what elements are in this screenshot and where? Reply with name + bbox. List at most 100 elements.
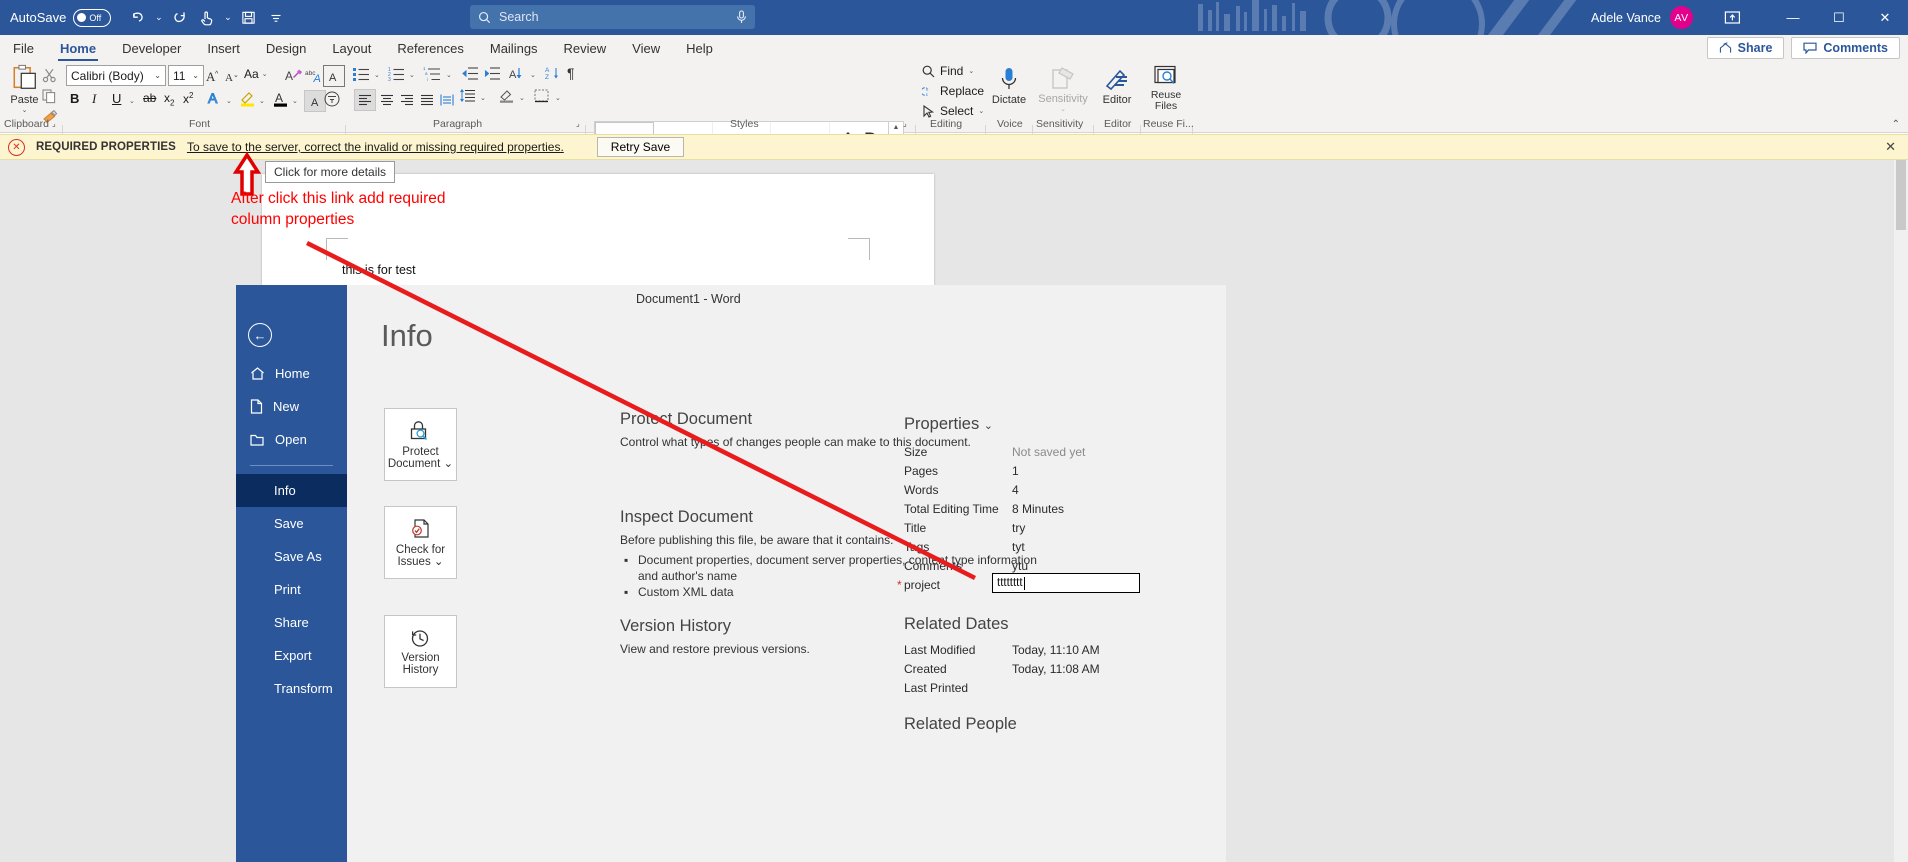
sidebar-item-open[interactable]: Open: [236, 423, 347, 456]
tab-file[interactable]: File: [0, 38, 47, 61]
shading-icon[interactable]: [499, 89, 515, 106]
minimize-button[interactable]: ―: [1770, 0, 1816, 35]
select-dropdown-icon[interactable]: ⌄: [978, 107, 984, 115]
sensitivity-dropdown-icon[interactable]: ⌄: [1036, 105, 1090, 113]
text-shading-icon[interactable]: A: [304, 90, 326, 112]
protect-document-button[interactable]: Protect Document ⌄: [384, 408, 457, 481]
tab-view[interactable]: View: [619, 38, 673, 61]
touch-mode-dropdown-icon[interactable]: ⌄: [221, 5, 234, 30]
decrease-indent-icon[interactable]: [462, 66, 479, 84]
font-size-combo[interactable]: 11 ⌄: [168, 65, 204, 86]
line-spacing-icon[interactable]: [460, 88, 476, 105]
save-icon[interactable]: [236, 5, 261, 30]
tab-help[interactable]: Help: [673, 38, 726, 61]
show-formatting-marks-icon[interactable]: ¶: [567, 65, 575, 81]
sidebar-item-home[interactable]: Home: [236, 357, 347, 390]
strikethrough-button[interactable]: ab: [143, 91, 156, 105]
font-color-icon[interactable]: A: [273, 90, 289, 110]
numbering-icon[interactable]: 123: [388, 66, 406, 85]
property-value[interactable]: tyt: [1012, 538, 1025, 557]
undo-dropdown-icon[interactable]: ⌄: [152, 5, 165, 30]
editor-button[interactable]: Editor: [1097, 66, 1137, 106]
borders-dropdown-icon[interactable]: ⌄: [555, 94, 561, 102]
property-row-title[interactable]: Title try: [904, 519, 1214, 538]
paste-button[interactable]: Paste ⌄: [8, 64, 41, 114]
property-row-project[interactable]: * project tttttttt: [897, 573, 1214, 598]
tab-home[interactable]: Home: [47, 38, 109, 61]
copy-icon[interactable]: [42, 89, 57, 107]
bullets-icon[interactable]: [353, 66, 371, 85]
tab-design[interactable]: Design: [253, 38, 319, 61]
property-row-tags[interactable]: Tags tyt: [904, 538, 1214, 557]
cut-icon[interactable]: [42, 68, 57, 86]
avatar[interactable]: AV: [1670, 6, 1693, 29]
tab-mailings[interactable]: Mailings: [477, 38, 551, 61]
search-box[interactable]: Search: [470, 5, 755, 29]
character-border-icon[interactable]: [324, 91, 340, 110]
maximize-button[interactable]: ☐: [1816, 0, 1862, 35]
project-input[interactable]: tttttttt: [992, 573, 1140, 593]
clear-formatting-icon[interactable]: A: [283, 65, 305, 87]
line-spacing-dropdown-icon[interactable]: ⌄: [480, 94, 486, 102]
autosave-control[interactable]: AutoSave Off: [10, 8, 112, 27]
align-center-button[interactable]: [376, 89, 398, 111]
back-arrow-icon[interactable]: ←: [248, 323, 272, 347]
properties-title[interactable]: Properties ⌄: [904, 415, 1214, 434]
sidebar-item-transform[interactable]: Transform: [236, 672, 347, 705]
font-family-combo[interactable]: Calibri (Body) ⌄: [66, 65, 166, 86]
clipboard-dialog-launcher[interactable]: ⌟: [52, 119, 56, 128]
replace-button[interactable]: bc Replace: [922, 84, 984, 98]
highlight-dropdown-icon[interactable]: ⌄: [259, 97, 265, 105]
bold-button[interactable]: B: [70, 91, 79, 106]
select-button[interactable]: Select ⌄: [922, 104, 984, 118]
chevron-down-icon[interactable]: ⌄: [434, 556, 444, 568]
autosave-toggle[interactable]: Off: [73, 8, 112, 27]
dictate-button[interactable]: Dictate: [990, 66, 1028, 106]
scrollbar-thumb[interactable]: [1896, 160, 1906, 230]
font-dialog-launcher[interactable]: ⌟: [576, 119, 580, 128]
paragraph-dialog-launcher[interactable]: ⌟: [903, 119, 907, 128]
text-effects-icon[interactable]: A: [323, 65, 345, 87]
customize-quick-access-toolbar-icon[interactable]: [263, 5, 288, 30]
align-right-button[interactable]: [396, 89, 418, 111]
share-button[interactable]: Share: [1706, 37, 1785, 59]
bullets-dropdown-icon[interactable]: ⌄: [374, 71, 380, 79]
sort-icon[interactable]: A: [509, 66, 527, 84]
sidebar-item-export[interactable]: Export: [236, 639, 347, 672]
text-effects-dropdown-icon[interactable]: ⌄: [226, 97, 232, 105]
sort-dropdown-icon[interactable]: ⌄: [530, 71, 536, 79]
property-value[interactable]: try: [1012, 519, 1025, 538]
tab-review[interactable]: Review: [551, 38, 620, 61]
borders-icon[interactable]: [534, 89, 550, 106]
message-bar-link[interactable]: To save to the server, correct the inval…: [187, 140, 564, 154]
close-icon[interactable]: ✕: [1885, 139, 1896, 155]
spelling-check-icon[interactable]: abc A: [303, 65, 325, 87]
search-input[interactable]: Search: [499, 10, 728, 24]
sidebar-item-info[interactable]: Info: [236, 474, 347, 507]
tab-developer[interactable]: Developer: [109, 38, 194, 61]
underline-button[interactable]: U: [112, 91, 121, 106]
decrease-font-size-icon[interactable]: A ⌄: [222, 65, 244, 87]
font-color-dropdown-icon[interactable]: ⌄: [292, 97, 298, 105]
find-button[interactable]: Find ⌄: [922, 64, 974, 78]
subscript-button[interactable]: x2: [164, 91, 174, 107]
align-left-button[interactable]: [354, 89, 376, 111]
redo-icon[interactable]: [167, 5, 192, 30]
sensitivity-button[interactable]: Sensitivity ⌄: [1036, 66, 1090, 113]
chevron-down-icon[interactable]: ⌄: [984, 420, 993, 432]
distributed-align-button[interactable]: [436, 89, 458, 111]
tab-references[interactable]: References: [384, 38, 476, 61]
italic-button[interactable]: I: [92, 91, 96, 107]
tab-insert[interactable]: Insert: [194, 38, 253, 61]
undo-icon[interactable]: [125, 5, 150, 30]
retry-save-button[interactable]: Retry Save: [596, 137, 685, 157]
text-highlight-icon[interactable]: [240, 90, 256, 110]
reuse-files-button[interactable]: Reuse Files: [1144, 65, 1188, 112]
sort-az-icon[interactable]: AZ: [545, 66, 561, 84]
underline-dropdown-icon[interactable]: ⌄: [129, 97, 135, 105]
touch-mode-icon[interactable]: [194, 5, 219, 30]
increase-indent-icon[interactable]: [484, 66, 501, 84]
text-effects-gallery-icon[interactable]: A: [207, 90, 223, 109]
version-history-button[interactable]: Version History: [384, 615, 457, 688]
multilevel-dropdown-icon[interactable]: ⌄: [446, 71, 452, 79]
